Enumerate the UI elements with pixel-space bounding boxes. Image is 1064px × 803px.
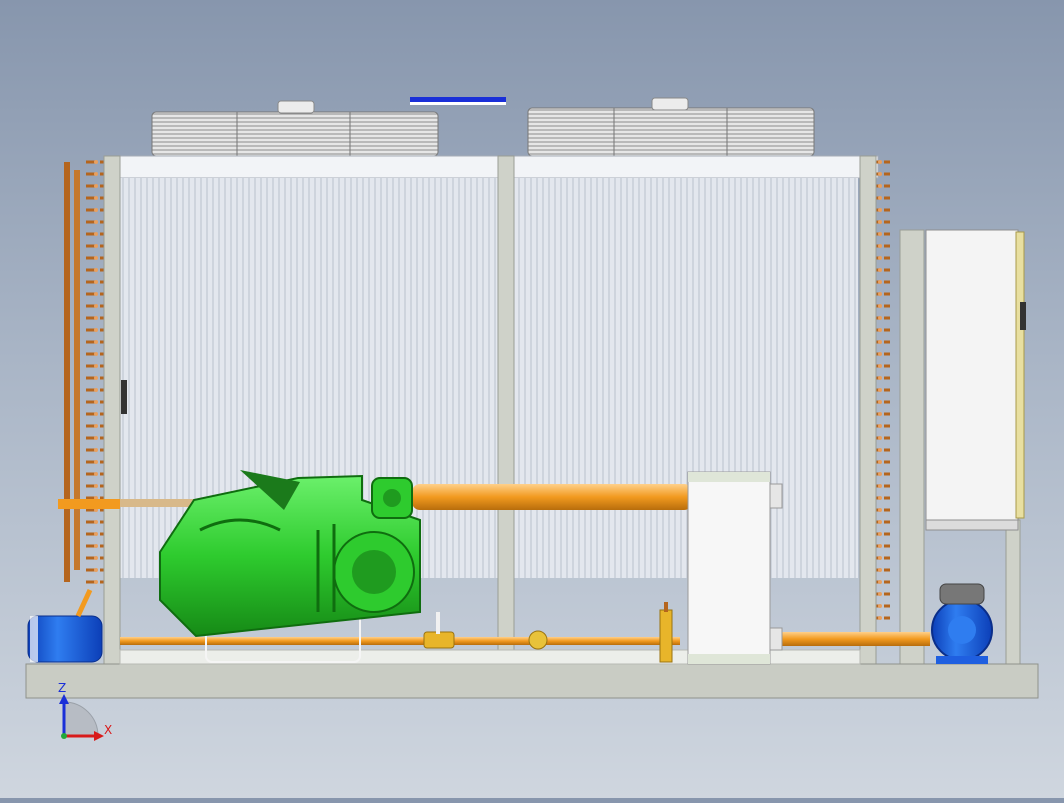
control-box[interactable]: [925, 229, 1026, 531]
cad-viewport[interactable]: Z X: [0, 0, 1064, 798]
z-axis-label: Z: [58, 681, 66, 695]
liquid-receiver[interactable]: [27, 588, 103, 663]
expansion-valve[interactable]: [659, 602, 673, 663]
sight-glass[interactable]: [528, 630, 548, 650]
solenoid-valve[interactable]: [423, 612, 455, 649]
fan-right[interactable]: [527, 97, 815, 157]
fan-left[interactable]: [151, 100, 439, 157]
compressor[interactable]: [159, 470, 421, 663]
top-marker: [410, 97, 506, 105]
base-frame: [25, 649, 1039, 699]
water-pump[interactable]: [931, 583, 993, 664]
right-copper-stubs: [876, 160, 890, 620]
x-axis-label: X: [104, 723, 112, 737]
plate-heat-exchanger[interactable]: [687, 471, 783, 665]
liquid-line[interactable]: [120, 632, 930, 646]
